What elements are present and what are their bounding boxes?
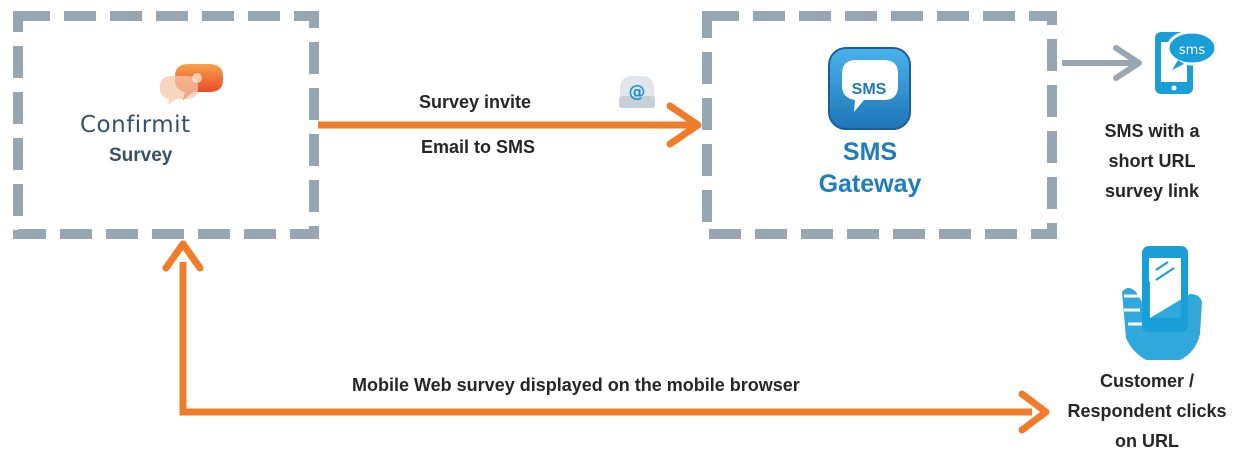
gateway-title: SMS Gateway	[790, 136, 950, 200]
phone-sms-icon: sms	[1155, 30, 1218, 94]
confirmit-brand-text: Confirmit	[80, 112, 191, 138]
svg-text:SMS: SMS	[852, 81, 887, 98]
respondent-text-line1: Customer /	[1099, 371, 1195, 391]
svg-text:sms: sms	[1179, 43, 1205, 58]
sms-app-icon: SMS	[828, 47, 911, 130]
respondent-description: Customer / Respondent clicks on URL	[1052, 366, 1242, 455]
invite-label: Survey invite	[419, 92, 532, 112]
email-to-sms-label: Email to SMS	[421, 137, 536, 157]
email-at-icon: @	[619, 76, 655, 108]
svg-text:@: @	[629, 82, 646, 102]
sms-text-line1: SMS with a	[1104, 121, 1200, 141]
sms-text-line3: survey link	[1104, 181, 1200, 201]
hand-phone-icon	[1122, 246, 1202, 360]
speech-bubbles-logo-icon	[160, 64, 223, 105]
sms-link-description: SMS with a short URL survey link	[1072, 116, 1232, 206]
confirmit-product-text: Survey	[109, 145, 173, 166]
respondent-text-line3: on URL	[1115, 431, 1179, 451]
sms-text-line2: short URL	[1108, 151, 1196, 171]
gateway-title-line2: Gateway	[818, 170, 922, 198]
sms-send-arrow	[1062, 45, 1142, 81]
mobile-web-arrow	[162, 240, 1050, 434]
respondent-text-line2: Respondent clicks	[1067, 401, 1227, 421]
mobile-web-label: Mobile Web survey displayed on the mobil…	[352, 375, 800, 395]
gateway-title-line1: SMS	[842, 138, 898, 166]
